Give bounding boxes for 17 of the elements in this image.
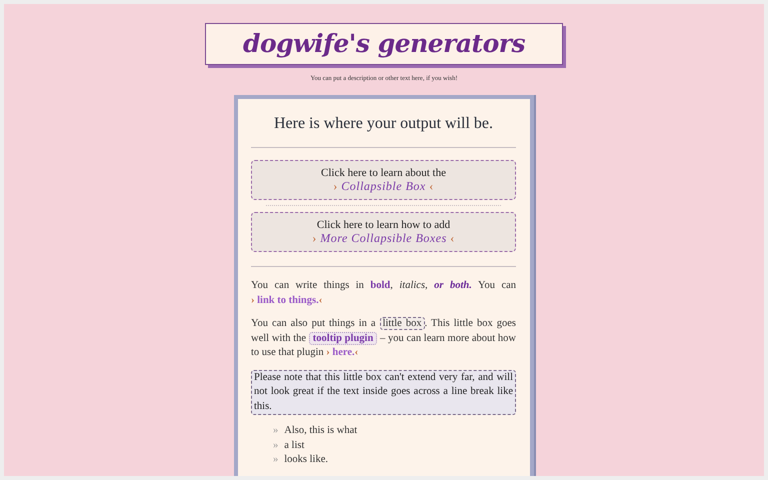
bullet-marker: » xyxy=(273,425,278,436)
collapsible-box[interactable]: Click here to learn about the › Collapsible Box ‹ xyxy=(251,160,516,200)
bullet-marker: » xyxy=(273,454,278,465)
list-item: Also, this is what xyxy=(284,425,358,436)
output-text: Here is where your output will be. xyxy=(272,115,494,133)
little-box: little box xyxy=(380,317,425,330)
paragraph: You can write things in bold, italics, or both. You can › link to things.‹ xyxy=(251,279,516,308)
note-box: Please note that this little box can't extend very far, and will not look great if the text inside goes across a line break like this. xyxy=(251,370,516,415)
bullet-marker: » xyxy=(273,440,278,450)
paragraph: You can also put things in a little box . This little box goes well with the tooltip plugin – you can learn more about how to use that plugin › here.‹ xyxy=(251,317,516,360)
list-item: looks like. xyxy=(284,454,328,465)
site-title: dogwife's generators xyxy=(205,23,563,65)
link[interactable]: › here.‹ xyxy=(326,347,358,358)
collapsible-box[interactable]: Click here to learn how to add › More Collapsible Boxes ‹ xyxy=(251,212,516,252)
tooltip-link[interactable]: tooltip plugin xyxy=(308,332,378,344)
link[interactable]: › link to things.‹ xyxy=(251,294,322,306)
list-item: a list xyxy=(284,440,304,450)
